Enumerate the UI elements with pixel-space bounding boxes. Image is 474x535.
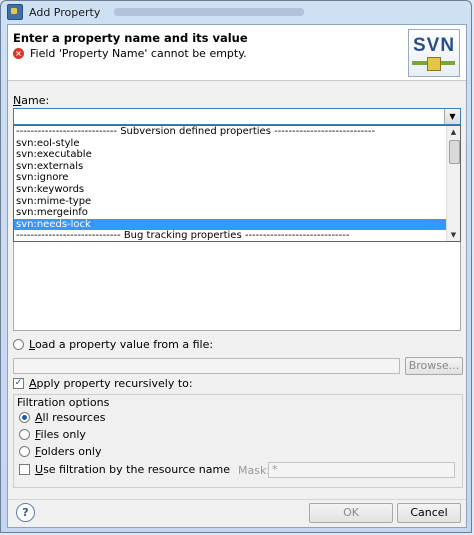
dropdown-item[interactable]: svn:externals [14,161,460,173]
load-file-label: Load a property value from a file: [29,338,214,351]
scroll-down-icon[interactable]: ▼ [447,229,460,241]
property-name-dropdown-list[interactable]: ---------------------------- Subversion … [13,125,461,242]
app-icon [7,4,23,20]
dropdown-arrow-icon[interactable]: ▼ [444,109,460,124]
all-resources-radio[interactable] [19,412,30,423]
apply-recursively-label: Apply property recursively to: [29,377,193,390]
load-file-radio[interactable] [13,339,24,350]
all-resources-option[interactable]: All resources [19,411,105,424]
property-name-combo[interactable]: ▼ [13,108,461,125]
help-icon[interactable]: ? [16,503,35,522]
error-icon: × [13,48,24,59]
apply-recursively-option[interactable]: ✓ Apply property recursively to: [13,377,193,390]
dropdown-item[interactable]: ---------------------------- Subversion … [14,126,460,138]
folders-only-label: Folders only [35,445,102,458]
scrollbar-thumb[interactable] [449,140,460,164]
error-message-row: × Field 'Property Name' cannot be empty. [13,47,247,60]
svn-logo-text: SVN [413,35,456,56]
dialog-header: Enter a property name and its value × Fi… [8,25,466,81]
use-filtration-checkbox[interactable] [19,464,30,475]
dropdown-item[interactable]: svn:needs-lock [14,218,460,231]
mask-label: Mask: [238,464,271,477]
dialog-window: Add Property Enter a property name and i… [0,0,472,533]
svn-logo: SVN [408,29,460,77]
file-path-input[interactable] [13,358,400,374]
cancel-button[interactable]: Cancel [397,503,461,523]
logo-box [427,57,441,71]
dropdown-item[interactable]: svn:executable [14,149,460,161]
dropdown-item[interactable]: ----------------------------- Bug tracki… [14,230,460,241]
dropdown-item[interactable]: svn:eol-style [14,138,460,150]
use-filtration-option[interactable]: Use filtration by the resource name [19,463,230,476]
name-label: Name: [13,94,50,107]
ok-button[interactable]: OK [309,503,393,523]
files-only-option[interactable]: Files only [19,428,86,441]
dropdown-scrollbar[interactable]: ▲ ▼ [446,126,460,241]
blurred-title-path [114,8,305,16]
dropdown-item[interactable]: svn:mergeinfo [14,207,460,219]
files-only-radio[interactable] [19,429,30,440]
load-file-option[interactable]: Load a property value from a file: [13,338,213,351]
error-message: Field 'Property Name' cannot be empty. [30,47,247,60]
dropdown-item[interactable]: svn:keywords [14,184,460,196]
apply-recursively-checkbox[interactable]: ✓ [13,378,24,389]
window-title: Add Property [29,5,101,19]
use-filtration-label: Use filtration by the resource name [35,463,230,476]
scroll-up-icon[interactable]: ▲ [447,126,460,138]
footer-separator [8,499,466,500]
header-title: Enter a property name and its value [13,31,248,45]
dropdown-item[interactable]: svn:mime-type [14,196,460,208]
browse-button[interactable]: Browse... [405,357,463,375]
all-resources-label: All resources [35,411,106,424]
filtration-options-title: Filtration options [15,396,112,409]
dialog-content: Enter a property name and its value × Fi… [7,24,467,528]
folders-only-radio[interactable] [19,446,30,457]
files-only-label: Files only [35,428,86,441]
folders-only-option[interactable]: Folders only [19,445,102,458]
mask-input[interactable]: * [268,462,455,478]
dropdown-item[interactable]: svn:ignore [14,172,460,184]
title-bar[interactable]: Add Property [1,1,471,23]
